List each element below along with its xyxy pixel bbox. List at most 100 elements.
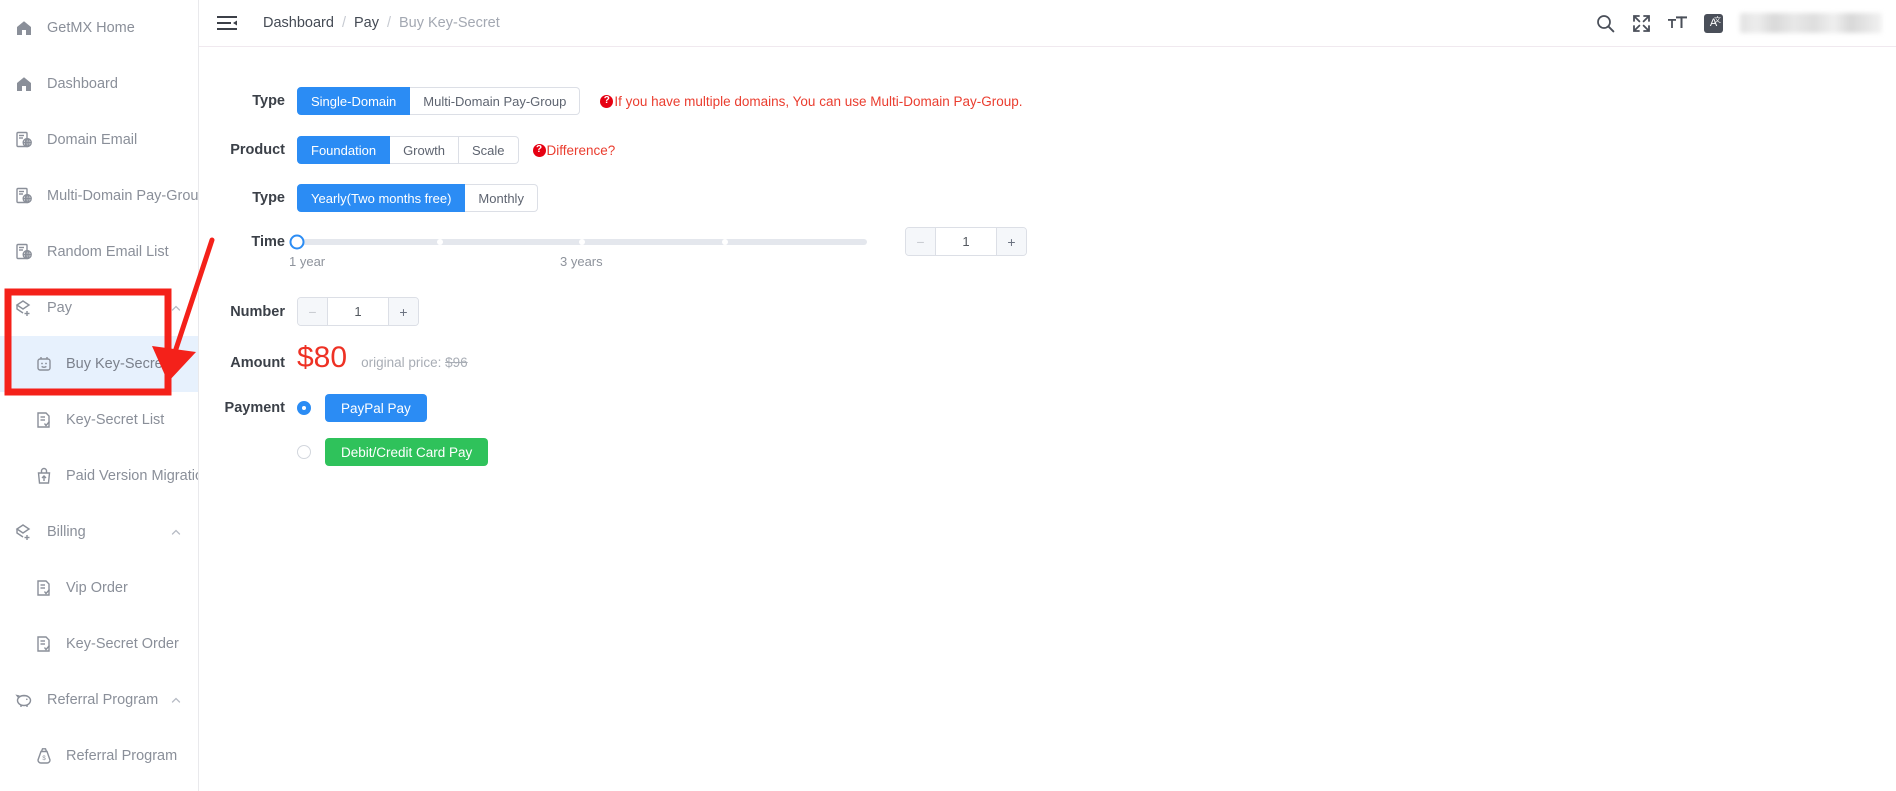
- payment-label: Payment: [224, 400, 285, 416]
- main-area: Dashboard / Pay / Buy Key-Secret A 文 Typ…: [199, 0, 1896, 791]
- billing-type-option-monthly[interactable]: Monthly: [465, 184, 538, 212]
- sidebar-item-getmx-home[interactable]: GetMX Home: [0, 0, 198, 56]
- number-quantity-stepper: − +: [297, 297, 419, 326]
- sidebar-item-label: GetMX Home: [47, 19, 135, 36]
- time-decrease-button[interactable]: −: [906, 228, 936, 255]
- domain-mail-icon: [12, 128, 36, 152]
- billing-type-option-yearly[interactable]: Yearly(Two months free): [297, 184, 466, 212]
- number-row: Number − +: [219, 297, 419, 326]
- time-slider-handle[interactable]: [289, 234, 305, 250]
- product-option-growth[interactable]: Growth: [390, 136, 459, 164]
- sidebar-item-dashboard[interactable]: Dashboard: [0, 56, 198, 112]
- chevron-up-icon[interactable]: [170, 526, 182, 538]
- sidebar-item-label: Key-Secret Order: [66, 635, 179, 652]
- time-value-input[interactable]: [936, 228, 996, 255]
- sidebar-item-label: Buy Key-Secret: [66, 355, 167, 372]
- amount-price: $80: [297, 341, 348, 374]
- sidebar-item-key-secret-order[interactable]: Key-Secret Order: [0, 616, 198, 672]
- number-value-input[interactable]: [328, 298, 388, 325]
- domain-type-row: Type Single-Domain Multi-Domain Pay-Grou…: [219, 87, 1023, 115]
- app-root: GetMX Home Dashboard Domain Email Multi-Dom…: [0, 0, 1896, 791]
- number-decrease-button[interactable]: −: [298, 298, 328, 325]
- chevron-up-icon[interactable]: [170, 694, 182, 706]
- time-slider-tick: [579, 239, 585, 245]
- number-label: Number: [230, 303, 285, 320]
- sidebar-item-label: Random Email List: [47, 243, 169, 260]
- hamburger-menu-icon[interactable]: [217, 15, 237, 31]
- sidebar-item-paid-version-migration[interactable]: Paid Version Migration: [0, 448, 198, 504]
- domain-type-hint-text: If you have multiple domains, You can us…: [614, 93, 1023, 109]
- sidebar-item-billing[interactable]: Billing: [0, 504, 198, 560]
- product-option-scale[interactable]: Scale: [458, 136, 519, 164]
- breadcrumb-item-buy-key-secret: Buy Key-Secret: [399, 15, 500, 31]
- sidebar-item-label: Dashboard: [47, 75, 118, 92]
- payment-radio-paypal[interactable]: [297, 401, 311, 415]
- sidebar-item-vip-order[interactable]: Vip Order: [0, 560, 198, 616]
- payment-row-card: Debit/Credit Card Pay: [219, 438, 489, 466]
- sidebar-item-referral-program[interactable]: $ Referral Program: [0, 728, 198, 784]
- piggy-bank-icon: [12, 688, 36, 712]
- breadcrumb-item-dashboard[interactable]: Dashboard: [263, 15, 334, 31]
- paypal-pay-button[interactable]: PayPal Pay: [325, 394, 427, 422]
- home-icon: [12, 72, 36, 96]
- original-price-value: $96: [445, 355, 468, 370]
- sidebar-item-key-secret-list[interactable]: Key-Secret List: [0, 392, 198, 448]
- font-size-icon[interactable]: [1668, 14, 1687, 33]
- fullscreen-icon[interactable]: [1632, 14, 1651, 33]
- upgrade-bag-icon: [32, 464, 56, 488]
- search-icon[interactable]: [1596, 14, 1615, 33]
- sidebar-item-multi-domain-pay-group[interactable]: Multi-Domain Pay-Group: [0, 168, 198, 224]
- debit-credit-card-pay-button[interactable]: Debit/Credit Card Pay: [325, 438, 489, 466]
- sidebar-item-random-email-list[interactable]: Random Email List: [0, 224, 198, 280]
- payment-row-paypal: Payment PayPal Pay: [219, 394, 427, 422]
- domain-type-label: Type: [252, 93, 285, 109]
- top-bar-actions: A 文: [1596, 13, 1896, 33]
- time-slider-min-label: 1 year: [289, 254, 326, 269]
- home-icon: [12, 16, 36, 40]
- sidebar-item-referral-program[interactable]: Referral Program: [0, 672, 198, 728]
- billing-type-options: Yearly(Two months free) Monthly: [297, 184, 538, 212]
- time-increase-button[interactable]: +: [996, 228, 1026, 255]
- domain-mail-icon: [12, 184, 36, 208]
- sidebar-item-domain-email[interactable]: Domain Email: [0, 112, 198, 168]
- breadcrumb-item-pay[interactable]: Pay: [354, 15, 379, 31]
- sidebar-item-buy-key-secret[interactable]: Buy Key-Secret: [0, 336, 198, 392]
- sidebar-item-referred-user-list[interactable]: Referred User List: [0, 784, 198, 791]
- key-secret-icon: [32, 352, 56, 376]
- user-account-blurred[interactable]: [1740, 13, 1882, 33]
- payment-radio-card[interactable]: [297, 445, 311, 459]
- sidebar-item-label: Vip Order: [66, 579, 128, 596]
- time-slider-max-label: 3 years: [560, 254, 603, 269]
- original-price: original price: $96: [361, 355, 468, 370]
- pay-tag-icon: [12, 520, 36, 544]
- sidebar-item-label: Multi-Domain Pay-Group: [47, 187, 199, 204]
- list-doc-icon: [32, 632, 56, 656]
- breadcrumb-separator: /: [341, 15, 346, 31]
- billing-type-label: Type: [252, 190, 285, 206]
- chevron-up-icon[interactable]: [170, 302, 182, 314]
- product-difference-link[interactable]: ? Difference?: [532, 142, 616, 158]
- breadcrumb: Dashboard / Pay / Buy Key-Secret: [263, 15, 500, 31]
- sidebar-item-label: Referral Program: [66, 747, 178, 764]
- question-mark-icon: ?: [532, 143, 546, 157]
- domain-type-option-multi[interactable]: Multi-Domain Pay-Group: [410, 87, 581, 115]
- billing-type-row: Type Yearly(Two months free) Monthly: [219, 184, 538, 212]
- pay-tag-icon: [12, 296, 36, 320]
- money-bag-icon: $: [32, 744, 56, 768]
- list-doc-icon: [32, 576, 56, 600]
- buy-key-secret-form: Type Single-Domain Multi-Domain Pay-Grou…: [199, 47, 1896, 660]
- time-slider[interactable]: 1 year 3 years: [289, 232, 867, 269]
- list-doc-icon: [32, 408, 56, 432]
- domain-type-hint: ? If you have multiple domains, You can …: [600, 93, 1023, 109]
- translate-icon[interactable]: A 文: [1704, 13, 1723, 33]
- amount-label: Amount: [230, 355, 285, 371]
- time-slider-tick: [436, 239, 443, 245]
- product-difference-text: Difference?: [546, 142, 616, 158]
- sidebar: GetMX Home Dashboard Domain Email Multi-Dom…: [0, 0, 199, 791]
- product-options: Foundation Growth Scale: [297, 136, 519, 164]
- number-increase-button[interactable]: +: [388, 298, 418, 325]
- sidebar-item-label: Key-Secret List: [66, 411, 165, 428]
- domain-type-option-single[interactable]: Single-Domain: [297, 87, 411, 115]
- sidebar-item-pay[interactable]: Pay: [0, 280, 198, 336]
- product-option-foundation[interactable]: Foundation: [297, 136, 391, 164]
